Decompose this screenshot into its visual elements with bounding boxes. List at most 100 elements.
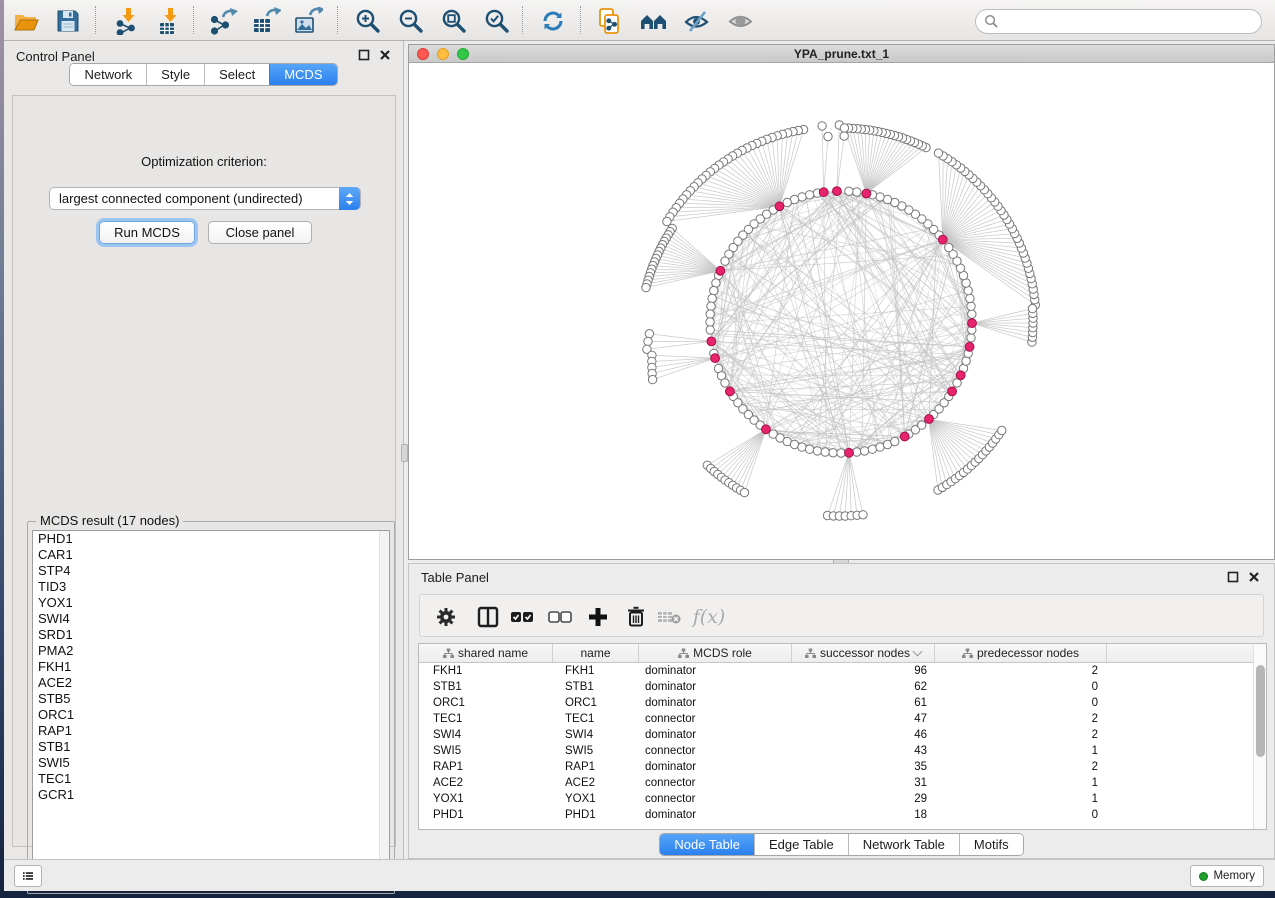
export-table-button[interactable] <box>250 5 282 37</box>
mcds-result-item[interactable]: PHD1 <box>33 531 389 547</box>
network-window-titlebar[interactable]: YPA_prune.txt_1 <box>409 45 1274 63</box>
column-header-MCDS-role[interactable]: MCDS role <box>639 644 792 662</box>
delete-column-button[interactable] <box>623 604 649 630</box>
zoom-out-button[interactable] <box>395 5 427 37</box>
mcds-result-item[interactable]: SWI5 <box>33 755 389 771</box>
show-columns-button[interactable] <box>475 604 501 630</box>
table-scrollbar[interactable] <box>1253 644 1266 829</box>
mcds-result-item[interactable]: SRD1 <box>33 627 389 643</box>
deselect-all-button[interactable] <box>548 604 574 630</box>
toolbar-separator <box>522 6 523 34</box>
table-row-STB1[interactable]: STB1STB1dominator620 <box>419 679 1254 695</box>
table-row-YOX1[interactable]: YOX1YOX1connector291 <box>419 791 1254 807</box>
tab-network[interactable]: Network <box>70 64 146 85</box>
criterion-dropdown[interactable]: largest connected component (undirected) <box>49 187 361 210</box>
mcds-result-item[interactable]: TEC1 <box>33 771 389 787</box>
cell-predecessor-nodes: 2 <box>935 759 1107 775</box>
column-header-predecessor-nodes[interactable]: predecessor nodes <box>935 644 1107 662</box>
cell-predecessor-nodes: 2 <box>935 663 1107 679</box>
float-panel-icon[interactable] <box>1227 571 1239 583</box>
mcds-result-item[interactable]: RAP1 <box>33 723 389 739</box>
table-tab-motifs[interactable]: Motifs <box>959 834 1023 855</box>
mcds-result-item[interactable]: GCR1 <box>33 787 389 803</box>
first-neighbors-button[interactable] <box>638 5 670 37</box>
table-row-PHD1[interactable]: PHD1PHD1dominator180 <box>419 807 1254 823</box>
network-canvas[interactable] <box>409 63 1274 559</box>
import-table-button[interactable] <box>154 5 186 37</box>
column-header-name[interactable]: name <box>553 644 639 662</box>
add-column-button[interactable] <box>585 604 611 630</box>
shared-column-icon <box>962 648 973 659</box>
zoom-out-icon <box>397 7 425 35</box>
main-toolbar <box>4 0 1275 41</box>
table-row-FKH1[interactable]: FKH1FKH1dominator962 <box>419 663 1254 679</box>
memory-button[interactable]: Memory <box>1190 865 1264 887</box>
mcds-result-item[interactable]: FKH1 <box>33 659 389 675</box>
delete-table-button[interactable] <box>657 604 683 630</box>
table-row-SWI5[interactable]: SWI5SWI5connector431 <box>419 743 1254 759</box>
open-session-button[interactable] <box>10 5 42 37</box>
function-builder-button[interactable]: f(x) <box>692 604 726 630</box>
table-row-RAP1[interactable]: RAP1RAP1dominator352 <box>419 759 1254 775</box>
search-input[interactable] <box>999 12 1261 32</box>
hide-selected-button[interactable] <box>681 5 713 37</box>
mcds-result-item[interactable]: STP4 <box>33 563 389 579</box>
mcds-result-item[interactable]: TID3 <box>33 579 389 595</box>
dropdown-stepper-icon <box>339 187 360 210</box>
column-header-successor-nodes[interactable]: successor nodes <box>792 644 935 662</box>
table-tabs: Node TableEdge TableNetwork TableMotifs <box>409 833 1274 856</box>
table-row-ACE2[interactable]: ACE2ACE2connector311 <box>419 775 1254 791</box>
network-window-title: YPA_prune.txt_1 <box>409 47 1274 61</box>
tab-style[interactable]: Style <box>146 64 204 85</box>
zoom-fit-button[interactable] <box>438 5 470 37</box>
mcds-result-list[interactable]: PHD1CAR1STP4TID3YOX1SWI4SRD1PMA2FKH1ACE2… <box>32 530 390 886</box>
save-session-button[interactable] <box>52 5 84 37</box>
open-session-icon <box>12 8 40 34</box>
table-tab-edge-table[interactable]: Edge Table <box>754 834 848 855</box>
close-panel-button[interactable]: Close panel <box>208 221 312 244</box>
zoom-selected-button[interactable] <box>481 5 513 37</box>
select-all-button[interactable] <box>510 604 536 630</box>
table-tab-network-table[interactable]: Network Table <box>848 834 959 855</box>
apply-layout-button[interactable] <box>537 5 569 37</box>
mcds-result-item[interactable]: ACE2 <box>33 675 389 691</box>
column-header-shared-name[interactable]: shared name <box>419 644 553 662</box>
close-panel-icon[interactable] <box>1248 571 1260 583</box>
vertical-splitter-grip[interactable] <box>401 444 408 462</box>
tab-mcds[interactable]: MCDS <box>269 64 336 85</box>
control-panel: Control Panel NetworkStyleSelectMCDS Opt… <box>4 41 404 859</box>
table-row-TEC1[interactable]: TEC1TEC1connector472 <box>419 711 1254 727</box>
run-mcds-button[interactable]: Run MCDS <box>99 221 195 244</box>
tab-select[interactable]: Select <box>204 64 269 85</box>
search-field[interactable] <box>975 9 1262 34</box>
select-all-icon <box>510 606 536 628</box>
cell-successor-nodes: 35 <box>792 759 935 775</box>
mcds-result-item[interactable]: SWI4 <box>33 611 389 627</box>
mcds-result-item[interactable]: CAR1 <box>33 547 389 563</box>
panel-menu-button[interactable] <box>14 865 42 887</box>
mcds-result-item[interactable]: STB5 <box>33 691 389 707</box>
table-tab-node-table[interactable]: Node Table <box>660 834 754 855</box>
mcds-result-item[interactable]: YOX1 <box>33 595 389 611</box>
show-all-button[interactable] <box>725 5 757 37</box>
table-row-ORC1[interactable]: ORC1ORC1dominator610 <box>419 695 1254 711</box>
close-panel-icon[interactable] <box>379 49 391 61</box>
mcds-result-item[interactable]: PMA2 <box>33 643 389 659</box>
cell-name: FKH1 <box>553 663 639 679</box>
import-network-button[interactable] <box>112 5 144 37</box>
search-icon <box>984 14 999 29</box>
export-network-button[interactable] <box>208 5 240 37</box>
cell-successor-nodes: 46 <box>792 727 935 743</box>
gear-button[interactable] <box>433 604 459 630</box>
import-table-icon <box>156 7 184 35</box>
list-scrollbar[interactable] <box>379 531 389 885</box>
network-graph-svg[interactable] <box>409 63 1274 559</box>
mcds-result-item[interactable]: ORC1 <box>33 707 389 723</box>
float-panel-icon[interactable] <box>358 49 370 61</box>
scrollbar-thumb[interactable] <box>1256 665 1265 757</box>
mcds-result-item[interactable]: STB1 <box>33 739 389 755</box>
zoom-in-button[interactable] <box>352 5 384 37</box>
export-image-button[interactable] <box>292 5 324 37</box>
table-row-SWI4[interactable]: SWI4SWI4dominator462 <box>419 727 1254 743</box>
clone-network-button[interactable] <box>594 5 626 37</box>
